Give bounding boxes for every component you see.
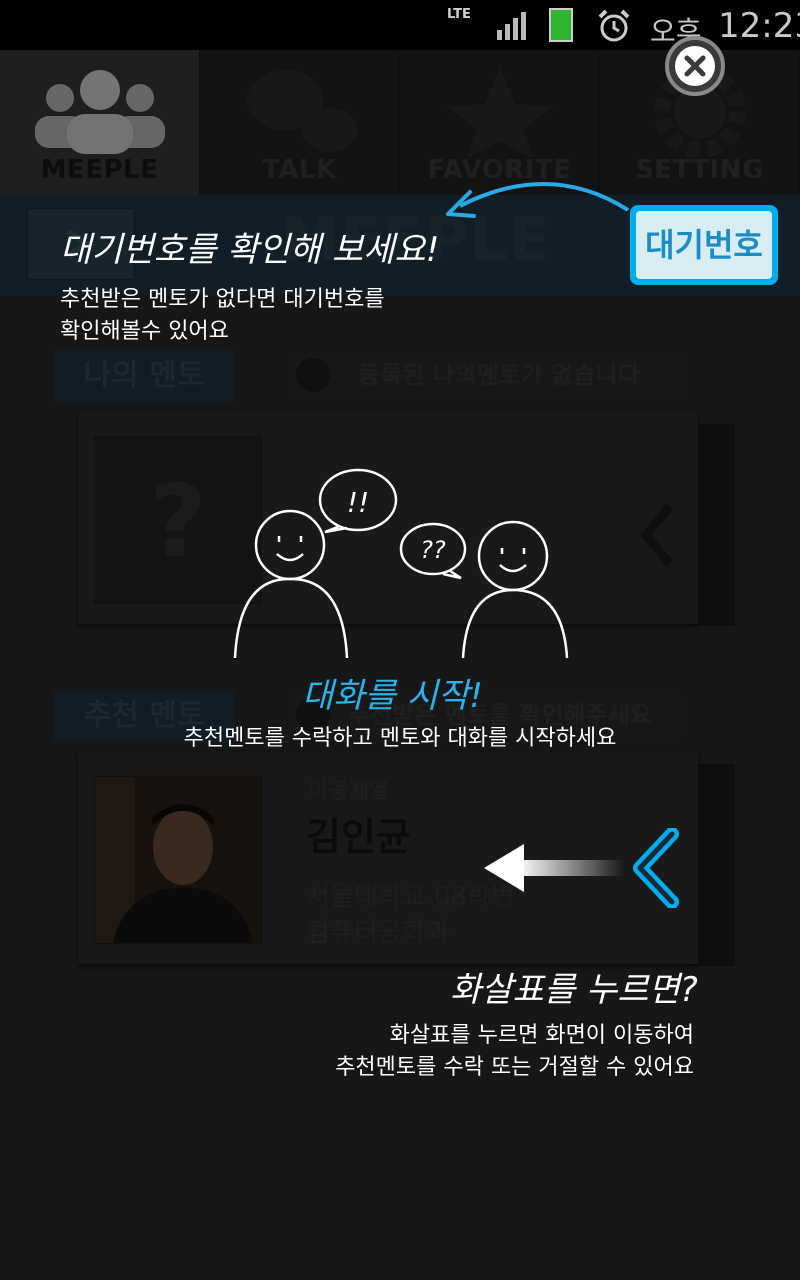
swipe-left-arrow-icon <box>484 844 624 892</box>
tip-wait-body: 추천받은 멘토가 없다면 대기번호를 확인해볼수 있어요 <box>60 284 385 348</box>
pointer-arrow-curve <box>446 182 630 218</box>
wait-number-label: 대기번호 <box>636 211 772 279</box>
signal-icon <box>497 12 526 40</box>
bubble-question: ?? <box>420 536 446 564</box>
clock-time: 12:23 <box>718 6 800 46</box>
alarm-icon <box>598 9 630 42</box>
tip-wait-title: 대기번호를 확인해 보세요! <box>60 230 440 270</box>
wait-number-button[interactable]: 대기번호 <box>630 205 778 285</box>
tip-chat-body: 추천멘토를 수락하고 멘토와 대화를 시작하세요 <box>183 726 617 751</box>
tip-arrow-line1: 화살표를 누르면 화면이 이동하여 <box>389 1023 694 1048</box>
tip-chat-title: 대화를 시작! <box>302 676 483 716</box>
tip-arrow-body: 화살표를 누르면 화면이 이동하여 추천멘토를 수락 또는 거절할 수 있어요 <box>0 1020 694 1084</box>
tip-wait-line2: 확인해볼수 있어요 <box>60 319 229 344</box>
people-talking-illustration: !! ?? <box>233 468 569 659</box>
chevron-left-highlight-icon[interactable] <box>628 828 686 908</box>
tip-arrow-title: 화살표를 누르면? <box>450 970 698 1010</box>
bubble-exclaim: !! <box>347 486 369 519</box>
tip-wait-line1: 추천받은 멘토가 없다면 대기번호를 <box>60 287 385 312</box>
battery-icon <box>549 8 573 42</box>
close-icon[interactable] <box>663 34 727 98</box>
lte-indicator: LTE <box>447 7 471 22</box>
tip-arrow-line2: 추천멘토를 수락 또는 거절할 수 있어요 <box>335 1055 694 1080</box>
